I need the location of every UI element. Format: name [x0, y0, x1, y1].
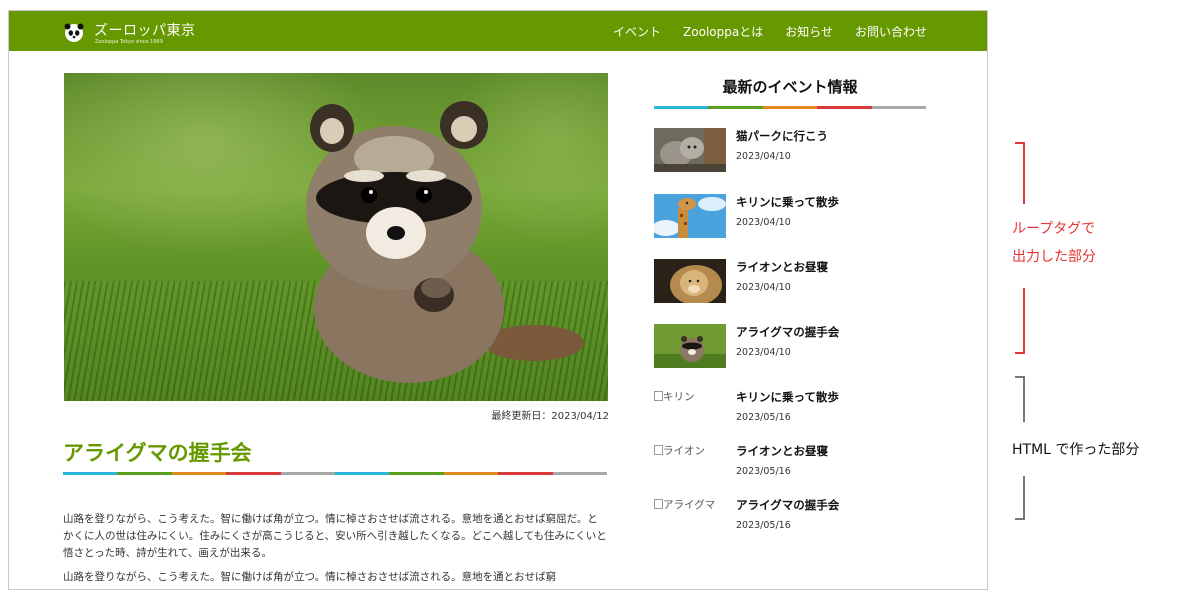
lion-photo-icon[interactable]: [654, 259, 726, 303]
event-item[interactable]: キリン キリンに乗って散歩 2023/05/16: [654, 389, 934, 435]
site-header: ズーロッパ東京 Zooloppa Tokyo since 1969 イベント Z…: [9, 11, 987, 51]
last-updated: 最終更新日：2023/04/12: [491, 411, 609, 422]
article-paragraph: 山路を登りながら、こう考えた。智に働けば角が立つ。情に棹さおさせば流される。意地…: [63, 513, 607, 559]
event-item[interactable]: ライオン ライオンとお昼寝 2023/05/16: [654, 443, 934, 489]
cat-photo-icon[interactable]: [654, 128, 726, 172]
site-subtitle: Zooloppa Tokyo since 1969: [95, 39, 163, 45]
loop-annotation: ループタグで 出力した部分: [1012, 215, 1096, 271]
site-title[interactable]: ズーロッパ東京: [94, 20, 196, 40]
nav-item-event[interactable]: イベント: [613, 23, 661, 40]
event-item[interactable]: 猫パークに行こう 2023/04/10: [654, 128, 934, 174]
broken-image-icon: [654, 391, 663, 401]
nav-item-contact[interactable]: お問い合わせ: [855, 23, 927, 40]
event-item[interactable]: ライオンとお昼寝 2023/04/10: [654, 259, 934, 305]
event-date: 2023/04/10: [736, 347, 791, 358]
event-title[interactable]: アライグマの握手会: [736, 497, 839, 513]
event-item[interactable]: アライグマ アライグマの握手会 2023/05/16: [654, 497, 934, 543]
broken-image-alt[interactable]: キリン: [654, 389, 734, 433]
event-item[interactable]: キリンに乗って散歩 2023/04/10: [654, 194, 934, 240]
giraffe-photo-icon[interactable]: [654, 194, 726, 238]
broken-image-icon: [654, 499, 663, 509]
loop-annotation-line1: ループタグで: [1012, 221, 1096, 237]
event-title[interactable]: ライオンとお昼寝: [736, 443, 828, 459]
hero-image: [64, 73, 608, 401]
html-bracket-top: [1015, 376, 1025, 422]
loop-bracket-bottom: [1015, 288, 1025, 354]
event-title[interactable]: アライグマの握手会: [736, 324, 839, 340]
event-date: 2023/05/16: [736, 412, 791, 423]
raccoon-illustration: [306, 101, 584, 383]
broken-image-alt[interactable]: アライグマ: [654, 497, 734, 541]
event-date: 2023/04/10: [736, 217, 791, 228]
event-date: 2023/05/16: [736, 466, 791, 477]
image-alt-text: キリン: [663, 391, 695, 403]
event-date: 2023/04/10: [736, 282, 791, 293]
broken-image-icon: [654, 445, 663, 455]
nav-item-news[interactable]: お知らせ: [785, 23, 833, 40]
event-item[interactable]: アライグマの握手会 2023/04/10: [654, 324, 934, 370]
image-alt-text: ライオン: [663, 445, 705, 457]
event-title[interactable]: キリンに乗って散歩: [736, 194, 839, 210]
event-date: 2023/05/16: [736, 520, 791, 531]
html-bracket-bottom: [1015, 476, 1025, 520]
browser-viewport: ズーロッパ東京 Zooloppa Tokyo since 1969 イベント Z…: [8, 10, 988, 590]
panda-logo-icon[interactable]: [64, 23, 84, 43]
article-paragraph: 山路を登りながら、こう考えた。智に働けば角が立つ。情に棹さおさせば流される。意地…: [63, 571, 557, 583]
article-title: アライグマの握手会: [63, 441, 252, 465]
loop-annotation-line2: 出力した部分: [1012, 249, 1096, 265]
title-color-bar: [63, 472, 608, 475]
event-title[interactable]: ライオンとお昼寝: [736, 259, 828, 275]
event-title[interactable]: 猫パークに行こう: [736, 128, 828, 144]
event-date: 2023/04/10: [736, 151, 791, 162]
raccoon-photo-icon[interactable]: [654, 324, 726, 368]
sidebar-color-bar: [654, 106, 927, 109]
event-title[interactable]: キリンに乗って散歩: [736, 389, 839, 405]
image-alt-text: アライグマ: [663, 499, 716, 511]
loop-bracket-top: [1015, 142, 1025, 204]
sidebar-title: 最新のイベント情報: [722, 78, 858, 96]
main-nav: イベント Zooloppaとは お知らせ お問い合わせ: [613, 23, 927, 40]
broken-image-alt[interactable]: ライオン: [654, 443, 734, 487]
html-annotation: HTML で作った部分: [1012, 442, 1140, 458]
nav-item-about[interactable]: Zooloppaとは: [683, 23, 763, 40]
